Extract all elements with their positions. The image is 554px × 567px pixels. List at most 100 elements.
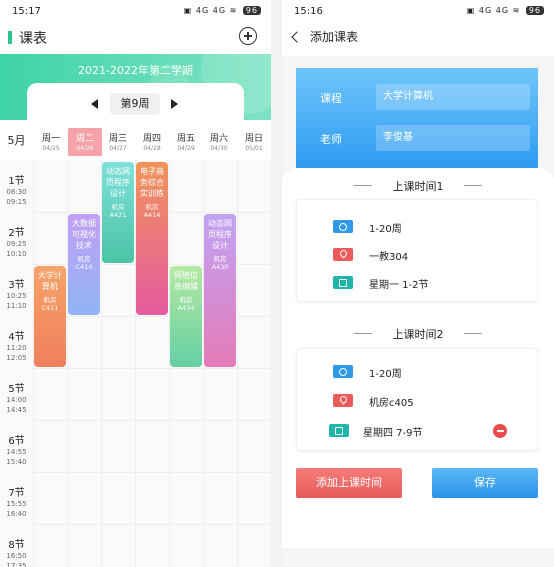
course-block[interactable]: 动态网页程序设计机房A421 <box>102 162 134 263</box>
teacher-input[interactable]: 李俊基 <box>376 125 530 151</box>
period-end: 16:40 <box>6 510 27 518</box>
period-start: 11:20 <box>6 344 27 352</box>
add-course-screen: 15:16 ▣ 4G 4G ≋ 96 添加课表 课程 大学计算机 老师 李俊基 … <box>282 0 554 567</box>
day-column-header: 周日 05/01 <box>237 128 271 156</box>
grid-row-line <box>33 420 271 421</box>
day-date: 04/27 <box>109 145 127 152</box>
grid-row-line <box>33 368 271 369</box>
slot1-weeks: 1-20周 <box>369 224 402 235</box>
app-header: 添加课表 <box>282 24 554 56</box>
period-start: 15:55 <box>6 500 27 508</box>
title-accent-bar <box>8 31 12 44</box>
period-end: 14:45 <box>6 406 27 414</box>
period-number: 3节 <box>8 280 25 291</box>
current-week[interactable]: 第9周 <box>110 93 160 115</box>
period-number: 1节 <box>8 176 25 187</box>
slot1-card: 1-20周 一教304 星期一 1-2节 <box>296 199 538 302</box>
slot1-room-row[interactable]: 一教304 <box>297 245 537 265</box>
slot2-title: 上课时间2 <box>392 328 444 341</box>
course-name: 动态网页程序设计 <box>106 167 130 198</box>
slot1-room: 一教304 <box>369 252 409 263</box>
course-room: 机房A434 <box>177 296 195 312</box>
timetable-grid: 1节 08:30 09:15 2节 09:25 10:10 3节 10:25 11:10 4节 11… <box>0 160 271 567</box>
clock-icon <box>333 220 353 233</box>
slot2-card: 1-20周 机房c405 星期四 7-9节 <box>296 348 538 451</box>
period-label: 1节 08:30 09:15 <box>0 172 33 207</box>
course-block[interactable]: 大学计算机机房C411 <box>34 266 66 367</box>
course-block[interactable]: 网络信息编辑机房A434 <box>170 266 202 367</box>
period-start: 08:30 <box>6 188 27 196</box>
status-bar: 15:17 ▣ 4G 4G ≋ 96 <box>0 0 271 24</box>
status-time: 15:16 <box>294 6 323 17</box>
status-icons: ▣ 4G 4G ≋ 96 <box>467 6 544 15</box>
course-block[interactable]: 动态网页程序设计 机房A430 <box>204 214 236 367</box>
slot2-room: 机房c405 <box>369 398 414 409</box>
network-icons: ▣ 4G 4G ≋ <box>183 6 241 15</box>
day-date: 05/01 <box>245 145 263 152</box>
course-room: 机房C411 <box>41 296 59 312</box>
add-time-button[interactable]: 添加上课时间 <box>296 468 402 498</box>
clock-icon <box>333 365 353 378</box>
status-icons: ▣ 4G 4G ≋ 96 <box>184 6 261 15</box>
add-circle-icon[interactable] <box>239 27 257 45</box>
day-date: 04/25 <box>42 145 60 152</box>
section-line <box>464 333 482 334</box>
period-start: 16:50 <box>6 552 27 560</box>
month-label: 5月 <box>7 134 26 147</box>
course-info-banner: 课程 大学计算机 老师 李俊基 <box>296 68 538 168</box>
period-end: 09:15 <box>6 198 27 206</box>
timetable-screen: 15:17 ▣ 4G 4G ≋ 96 课表 2021-2022年第二学期 第9周… <box>0 0 271 567</box>
course-name: 大数据可视化技术 <box>72 219 96 250</box>
day-column-header: 周六 04/30 <box>202 128 236 156</box>
grid-row-line <box>33 524 271 525</box>
prev-week-icon[interactable] <box>91 99 98 109</box>
course-name: 网络信息编辑 <box>174 271 198 291</box>
back-arrow-icon[interactable] <box>291 31 303 43</box>
save-button[interactable]: 保存 <box>432 468 538 498</box>
period-number: 6节 <box>8 436 25 447</box>
slot2-weeks-row[interactable]: 1-20周 <box>297 362 537 382</box>
slot1-time-row[interactable]: 星期一 1-2节 <box>297 273 537 293</box>
day-date: 04/26 <box>76 145 94 152</box>
period-label: 3节 10:25 11:10 <box>0 276 33 311</box>
course-name: 电子商务综合实训练 <box>140 167 164 198</box>
calendar-icon <box>333 276 353 289</box>
next-week-icon[interactable] <box>171 99 178 109</box>
day-column-header: 周四 04/28 <box>135 128 169 156</box>
period-start: 14:55 <box>6 448 27 456</box>
course-room: 机房A421 <box>109 203 127 219</box>
course-room: 机房C414 <box>75 255 93 271</box>
course-block[interactable]: 电子商务综合实训练 机房A414 <box>136 162 168 315</box>
location-pin-icon <box>333 394 353 407</box>
course-name: 动态网页程序设计 <box>208 219 232 250</box>
slot1-time: 星期一 1-2节 <box>369 280 429 291</box>
status-bar: 15:16 ▣ 4G 4G ≋ 96 <box>282 0 554 24</box>
day-column-header: 周五 04/29 <box>169 128 203 156</box>
day-column-header: 周二 04/26 <box>68 128 102 156</box>
period-start: 14:00 <box>6 396 27 404</box>
slot1-title: 上课时间1 <box>392 180 444 193</box>
period-start: 10:25 <box>6 292 27 300</box>
day-name: 周日 <box>244 134 263 144</box>
screen-divider <box>271 0 282 567</box>
battery-icon: 96 <box>242 6 261 15</box>
slot2-room-row[interactable]: 机房c405 <box>297 391 537 411</box>
course-name-input[interactable]: 大学计算机 <box>376 84 530 110</box>
slot2-weeks: 1-20周 <box>369 369 402 380</box>
status-time: 15:17 <box>12 6 41 17</box>
slot2-time: 星期四 7-9节 <box>363 428 423 439</box>
course-block[interactable]: 大数据可视化技术机房C414 <box>68 214 100 315</box>
course-name: 大学计算机 <box>38 271 62 291</box>
battery-icon: 96 <box>525 6 544 15</box>
period-number: 8节 <box>8 540 25 551</box>
day-column-header: 周一 04/25 <box>34 128 68 156</box>
remove-slot-icon[interactable] <box>493 424 507 438</box>
slot1-weeks-row[interactable]: 1-20周 <box>297 217 537 237</box>
page-title: 添加课表 <box>310 30 359 44</box>
period-number: 2节 <box>8 228 25 239</box>
calendar-icon <box>329 424 349 437</box>
app-header: 课表 <box>0 24 271 52</box>
teacher-label: 老师 <box>320 133 342 146</box>
network-icons: ▣ 4G 4G ≋ <box>466 6 524 15</box>
slot2-time-row[interactable]: 星期四 7-9节 <box>297 421 537 441</box>
